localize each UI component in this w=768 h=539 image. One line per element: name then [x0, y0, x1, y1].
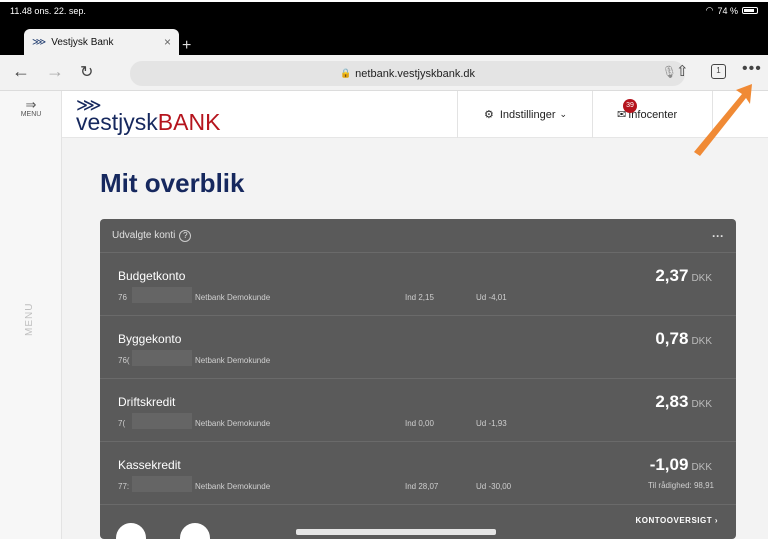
card-header-label: Udvalgte konti [112, 230, 176, 241]
account-amount: 2,37 DKK [655, 266, 712, 285]
selected-accounts-card: Udvalgte konti ? ··· Budgetkonto 76 Netb… [100, 219, 736, 539]
account-number: 76 [118, 293, 127, 302]
account-name: Driftskredit [118, 395, 176, 409]
card-footer: KONTOOVERSIGT › [100, 505, 736, 539]
share-icon[interactable]: ⇧ [676, 62, 689, 80]
card-more-icon[interactable]: ··· [712, 229, 724, 243]
account-row[interactable]: Budgetkonto 76 Netbank Demokunde Ind 2,1… [100, 253, 736, 316]
browser-toolbar: ← → ↻ 🔒 netbank.vestjyskbank.dk 🎙 ⇧ 1 ••… [0, 55, 768, 91]
account-overview-link[interactable]: KONTOOVERSIGT › [636, 516, 718, 525]
masked-number [132, 350, 192, 366]
account-number: 7( [118, 419, 126, 428]
account-available: Til rådighed: 98,91 [648, 481, 714, 490]
forward-icon[interactable]: → [46, 61, 64, 82]
account-name: Kassekredit [118, 458, 181, 472]
account-out: Ud -30,00 [476, 482, 512, 491]
reload-icon[interactable]: ↻ [80, 62, 93, 82]
wifi-icon: ◠ [705, 5, 714, 15]
main-content: Mit overblik Udvalgte konti ? ··· Budget… [62, 138, 768, 539]
bank-logo[interactable]: ⋙ vestjyskBANK [76, 95, 220, 136]
status-time: 11.48 [10, 5, 32, 16]
account-amount: 0,78 DKK [655, 329, 712, 348]
account-holder: Netbank Demokunde [195, 293, 271, 302]
tabs-count-icon[interactable]: 1 [711, 64, 726, 79]
browser-tab-bar: ⋙ Vestjysk Bank × + [0, 19, 768, 55]
more-options-icon[interactable]: ••• [742, 60, 762, 78]
menu-label: MENU [20, 111, 42, 118]
lock-icon: 🔒 [339, 68, 352, 78]
action-circle-button[interactable] [180, 523, 210, 539]
card-header: Udvalgte konti ? ··· [100, 219, 736, 253]
status-right: ◠ 74 % [706, 5, 758, 16]
new-tab-icon[interactable]: + [182, 37, 191, 55]
account-name: Byggekonto [118, 332, 182, 346]
account-name: Budgetkonto [118, 269, 186, 283]
action-circle-button[interactable] [116, 523, 146, 539]
bank-favicon-icon: ⋙ [32, 36, 47, 48]
bird-logo-icon: ⋙ [76, 95, 102, 115]
help-icon[interactable]: ? [179, 229, 192, 242]
masked-number [132, 413, 192, 429]
close-tab-icon[interactable]: × [164, 35, 171, 49]
account-amount: 2,83 DKK [655, 392, 712, 411]
url-text: netbank.vestjyskbank.dk [355, 67, 476, 80]
notification-badge: 39 [623, 99, 637, 113]
settings-label: Indstillinger [499, 108, 556, 121]
page-title: Mit overblik [100, 168, 245, 198]
menu-button[interactable]: ⇒ MENU [0, 97, 62, 118]
battery-text: 74 % [717, 5, 738, 16]
site-header: ⋙ vestjyskBANK ⚙ Indstillinger ⌄ ✉ 39 In… [62, 91, 768, 138]
account-out: Ud -1,93 [476, 419, 507, 428]
account-amount: -1,09 DKK [649, 455, 712, 474]
microphone-icon[interactable]: 🎙 [662, 65, 677, 79]
account-row[interactable]: Driftskredit 7( Netbank Demokunde Ind 0,… [100, 379, 736, 442]
footer-bar [296, 529, 496, 535]
chevron-down-icon: ⌄ [559, 109, 568, 119]
annotation-arrow-icon [694, 84, 752, 156]
menu-vertical-label[interactable]: MENU [24, 303, 35, 336]
account-row[interactable]: Byggekonto 76( Netbank Demokunde 0,78 DKK [100, 316, 736, 379]
account-number: 77: [118, 482, 130, 491]
account-in: Ind 28,07 [405, 482, 439, 491]
back-icon[interactable]: ← [12, 61, 30, 82]
gear-icon: ⚙ [484, 109, 494, 121]
account-holder: Netbank Demokunde [195, 419, 271, 428]
account-out: Ud -4,01 [476, 293, 507, 302]
address-bar[interactable]: 🔒 netbank.vestjyskbank.dk 🎙 [130, 61, 685, 86]
account-in: Ind 0,00 [405, 419, 434, 428]
infocenter-label: Infocenter [628, 108, 678, 121]
account-in: Ind 2,15 [405, 293, 434, 302]
masked-number [132, 287, 192, 303]
battery-icon [742, 7, 758, 14]
browser-tab[interactable]: ⋙ Vestjysk Bank × [24, 29, 179, 55]
account-holder: Netbank Demokunde [195, 356, 271, 365]
status-date: ons. 22. sep. [34, 5, 86, 16]
tab-title: Vestjysk Bank [51, 36, 114, 48]
masked-number [132, 476, 192, 492]
settings-menu[interactable]: ⚙ Indstillinger ⌄ [457, 91, 592, 138]
account-number: 76( [118, 356, 130, 365]
account-holder: Netbank Demokunde [195, 482, 271, 491]
account-row[interactable]: Kassekredit 77: Netbank Demokunde Ind 28… [100, 442, 736, 505]
sidebar: ⇒ MENU MENU [0, 91, 62, 539]
menu-arrow-icon: ⇒ [25, 97, 37, 112]
status-bar: 11.48 ons. 22. sep. ◠ 74 % [0, 2, 768, 19]
